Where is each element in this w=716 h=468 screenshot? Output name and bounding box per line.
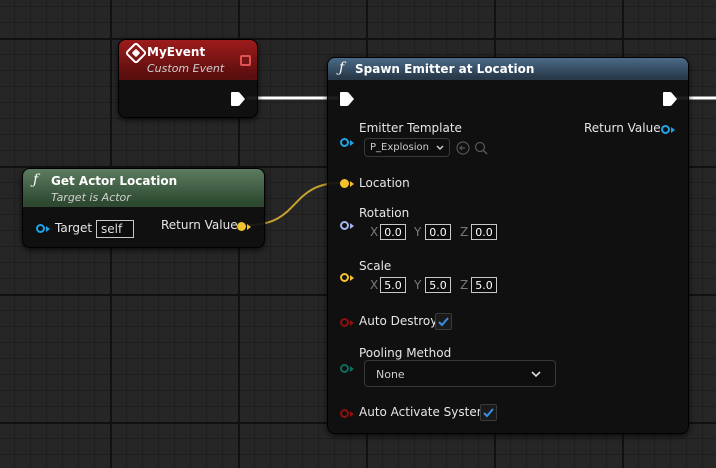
spawn-emitter-node[interactable]: ƒ Spawn Emitter at Location Emitter Temp… <box>327 57 689 434</box>
location-label: Location <box>359 176 410 190</box>
auto-activate-label: Auto Activate System <box>359 405 489 419</box>
spawn-return-label: Return Value <box>584 121 661 135</box>
scale-y-input[interactable]: 5.0 <box>425 277 451 293</box>
emitter-template-pin[interactable] <box>340 138 349 147</box>
pooling-method-dropdown[interactable]: None <box>364 360 556 387</box>
gal-node-title: Get Actor Location <box>51 174 178 188</box>
scale-z-label: Z <box>460 278 469 292</box>
emitter-template-label: Emitter Template <box>359 121 462 135</box>
rotation-pin-arrow <box>350 223 354 229</box>
browse-arrow-icon[interactable] <box>456 141 470 155</box>
rotation-z-input[interactable]: 0.0 <box>471 224 497 240</box>
auto-activate-pin-arrow <box>350 411 354 417</box>
gal-node-header[interactable]: ƒ Get Actor Location Target is Actor <box>23 169 264 207</box>
search-icon[interactable] <box>474 141 488 155</box>
scale-label: Scale <box>359 259 392 273</box>
pooling-method-pin[interactable] <box>340 364 349 373</box>
spawn-node-header[interactable]: ƒ Spawn Emitter at Location <box>328 58 688 80</box>
gal-return-pin[interactable] <box>237 222 246 231</box>
event-node-title: MyEvent <box>147 45 206 59</box>
gal-return-label: Return Value <box>161 218 238 232</box>
scale-z-input[interactable]: 5.0 <box>471 277 497 293</box>
target-input[interactable]: self <box>96 220 134 238</box>
pooling-method-pin-arrow <box>350 366 354 372</box>
auto-destroy-pin-arrow <box>350 320 354 326</box>
exec-in-pin[interactable] <box>340 92 354 106</box>
spawn-return-pin[interactable] <box>661 125 670 134</box>
spawn-return-pin-arrow <box>671 127 675 133</box>
exec-out-pin[interactable] <box>231 92 245 106</box>
emitter-template-dropdown[interactable]: P_Explosion <box>364 138 450 157</box>
location-pin-arrow <box>350 181 354 187</box>
rotation-z-label: Z <box>460 225 469 239</box>
chevron-down-icon <box>436 145 444 151</box>
auto-activate-checkbox[interactable] <box>480 404 497 421</box>
location-pin[interactable] <box>340 179 349 188</box>
event-icon <box>124 41 148 65</box>
scale-x-label: X <box>370 278 379 292</box>
scale-pin[interactable] <box>340 273 349 282</box>
auto-destroy-label: Auto Destroy <box>359 314 438 328</box>
target-label: Target <box>55 221 93 235</box>
checkmark-icon <box>483 408 494 418</box>
auto-destroy-checkbox[interactable] <box>435 313 452 330</box>
target-pin[interactable] <box>36 224 45 233</box>
checkmark-icon <box>438 317 449 327</box>
chevron-down-icon <box>531 371 541 378</box>
function-icon: ƒ <box>339 60 345 76</box>
scale-y-label: Y <box>414 278 422 292</box>
custom-event-node[interactable]: MyEvent Custom Event <box>118 39 258 118</box>
auto-destroy-pin[interactable] <box>340 318 349 327</box>
scale-x-input[interactable]: 5.0 <box>380 277 406 293</box>
get-actor-location-node[interactable]: ƒ Get Actor Location Target is Actor Tar… <box>22 168 265 248</box>
rotation-x-label: X <box>370 225 379 239</box>
scale-pin-arrow <box>350 275 354 281</box>
gal-return-pin-arrow <box>247 224 251 230</box>
rotation-y-label: Y <box>414 225 422 239</box>
rotation-label: Rotation <box>359 206 410 220</box>
rotation-x-input[interactable]: 0.0 <box>380 224 406 240</box>
event-node-header[interactable]: MyEvent Custom Event <box>119 40 257 80</box>
rotation-y-input[interactable]: 0.0 <box>425 224 451 240</box>
function-icon: ƒ <box>33 172 39 188</box>
emitter-template-pin-arrow <box>350 140 354 146</box>
auto-activate-pin[interactable] <box>340 409 349 418</box>
pooling-method-label: Pooling Method <box>359 346 452 360</box>
pooling-method-value: None <box>376 368 405 381</box>
emitter-template-value: P_Explosion <box>370 142 429 153</box>
exec-out-pin[interactable] <box>663 92 677 106</box>
delegate-pin[interactable] <box>240 55 251 66</box>
gal-node-subtitle: Target is Actor <box>51 191 131 204</box>
target-pin-arrow <box>46 226 50 232</box>
event-node-subtitle: Custom Event <box>147 62 225 75</box>
rotation-pin[interactable] <box>340 221 349 230</box>
spawn-node-title: Spawn Emitter at Location <box>355 62 535 76</box>
